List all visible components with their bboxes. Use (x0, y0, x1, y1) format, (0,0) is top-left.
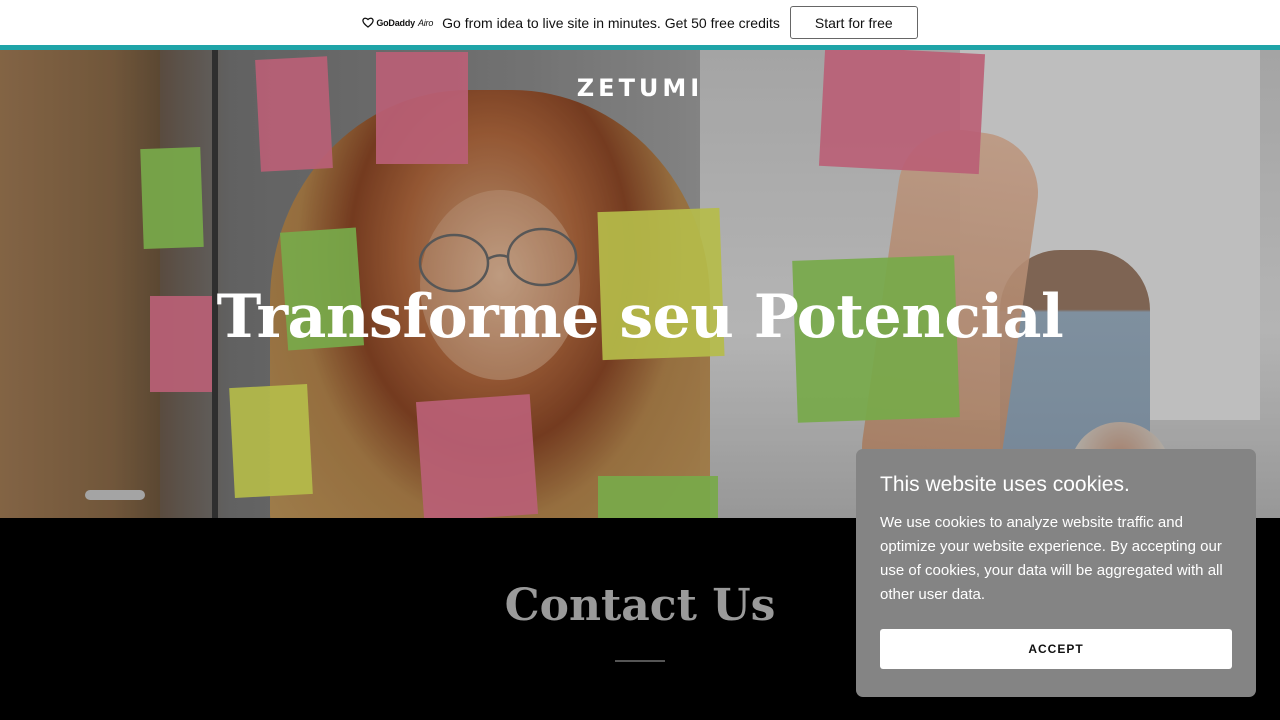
promo-banner: GoDaddy Airo Go from idea to live site i… (0, 0, 1280, 45)
hero-title: Transforme seu Potencial (216, 282, 1064, 352)
section-divider (615, 660, 665, 662)
godaddy-airo-logo[interactable]: GoDaddy Airo (362, 17, 433, 28)
godaddy-heart-icon (362, 17, 375, 28)
promo-text: Go from idea to live site in minutes. Ge… (442, 14, 780, 31)
logo-name: GoDaddy (376, 17, 415, 28)
logo-product: Airo (417, 17, 434, 28)
cookie-title: This website uses cookies. (880, 473, 1130, 496)
cookie-text: We use cookies to analyze website traffi… (880, 514, 1223, 603)
site-logo[interactable]: ZETUMI (0, 74, 1280, 102)
start-for-free-button[interactable]: Start for free (789, 6, 918, 39)
cookie-consent-dialog: This website uses cookies. We use cookie… (856, 449, 1256, 697)
accept-cookies-button[interactable]: ACCEPT (880, 629, 1232, 669)
promo-content: GoDaddy Airo Go from idea to live site i… (362, 6, 918, 39)
